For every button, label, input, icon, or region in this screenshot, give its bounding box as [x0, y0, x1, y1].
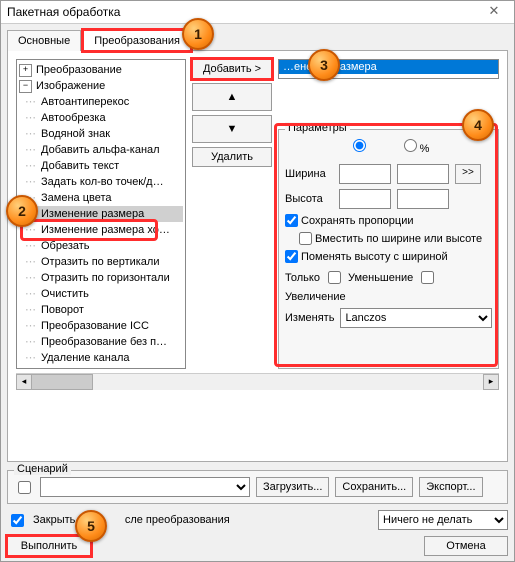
- tree-item[interactable]: Автоантиперекос: [19, 94, 183, 110]
- scenario-fieldset: Сценарий Загрузить... Сохранить... Экспо…: [7, 470, 508, 504]
- tree-item[interactable]: Задать кол-во точек/д…: [19, 174, 183, 190]
- tree-item[interactable]: Изменение размера: [19, 206, 183, 222]
- tree-item[interactable]: Добавить текст: [19, 158, 183, 174]
- tree-item[interactable]: Поворот: [19, 302, 183, 318]
- only-label: Только: [285, 272, 320, 284]
- height-input-2[interactable]: [397, 189, 449, 209]
- cancel-button[interactable]: Отмена: [424, 536, 508, 556]
- fit-check[interactable]: [299, 232, 312, 245]
- tab-transform[interactable]: Преобразования: [83, 30, 191, 51]
- tab-panel: +Преобразование−ИзображениеАвтоантиперек…: [7, 50, 508, 462]
- tree-item[interactable]: Обрезать: [19, 238, 183, 254]
- triangle-down-icon: ▼: [227, 123, 238, 135]
- tab-main[interactable]: Основные: [7, 30, 81, 51]
- height-input[interactable]: [339, 189, 391, 209]
- move-down-button[interactable]: ▼: [192, 115, 272, 143]
- method-select[interactable]: Lanczos: [340, 308, 492, 328]
- selected-ops-list[interactable]: …енение размера: [278, 59, 499, 79]
- tree-item[interactable]: Изменение размера хо…: [19, 222, 183, 238]
- after-action-select[interactable]: Ничего не делать: [378, 510, 508, 530]
- scroll-right-icon[interactable]: ▸: [483, 374, 499, 390]
- tree-item[interactable]: Отразить по горизонтали: [19, 270, 183, 286]
- transform-tree[interactable]: +Преобразование−ИзображениеАвтоантиперек…: [16, 59, 186, 369]
- increase-check[interactable]: [421, 271, 434, 284]
- resize-label: Изменять: [285, 312, 334, 324]
- decrease-check[interactable]: [328, 271, 341, 284]
- close-after-check[interactable]: [11, 514, 24, 527]
- unit-percent-radio[interactable]: %: [399, 136, 430, 155]
- tree-hscrollbar[interactable]: ◂ ▸: [16, 373, 499, 390]
- run-button[interactable]: Выполнить: [7, 536, 91, 556]
- scenario-check[interactable]: [18, 481, 31, 494]
- window-title: Пакетная обработка: [7, 5, 120, 19]
- tree-root[interactable]: +Преобразование: [19, 62, 183, 78]
- scroll-left-icon[interactable]: ◂: [16, 374, 32, 390]
- collapse-icon[interactable]: −: [19, 80, 32, 93]
- tree-item[interactable]: Добавить альфа-канал: [19, 142, 183, 158]
- tree-item[interactable]: Водяной знак: [19, 126, 183, 142]
- batch-window: Пакетная обработка ✕ Основные Преобразов…: [0, 0, 515, 562]
- save-button[interactable]: Сохранить...: [335, 477, 413, 497]
- params-legend: Параметры: [285, 122, 350, 134]
- tree-item[interactable]: Удаление канала: [19, 350, 183, 366]
- width-input[interactable]: [339, 164, 391, 184]
- tree-item[interactable]: Преобразование без п…: [19, 334, 183, 350]
- close-after-label-left: Закрыть д: [33, 514, 85, 526]
- close-icon[interactable]: ✕: [480, 3, 508, 21]
- move-up-button[interactable]: ▲: [192, 83, 272, 111]
- titlebar: Пакетная обработка ✕: [1, 1, 514, 24]
- list-item[interactable]: …енение размера: [279, 60, 498, 74]
- delete-button[interactable]: Удалить: [192, 147, 272, 167]
- tree-item[interactable]: Очистить: [19, 286, 183, 302]
- load-button[interactable]: Загрузить...: [256, 477, 329, 497]
- more-button[interactable]: >>: [455, 164, 481, 184]
- swap-check[interactable]: [285, 250, 298, 263]
- scenario-legend: Сценарий: [14, 463, 71, 475]
- scenario-select[interactable]: [40, 477, 250, 497]
- expand-icon[interactable]: +: [19, 64, 32, 77]
- tree-root[interactable]: −Изображение: [19, 78, 183, 94]
- params-fieldset: Параметры % Ширина >>: [278, 129, 499, 369]
- tree-item[interactable]: Автообрезка: [19, 110, 183, 126]
- keep-ratio-check[interactable]: [285, 214, 298, 227]
- width-input-2[interactable]: [397, 164, 449, 184]
- unit-pixel-radio[interactable]: [348, 136, 369, 155]
- tabs: Основные Преобразования 1: [7, 30, 508, 51]
- width-label: Ширина: [285, 168, 333, 180]
- close-after-label-right: сле преобразования: [125, 514, 230, 526]
- tree-item[interactable]: Преобразование ICC: [19, 318, 183, 334]
- height-label: Высота: [285, 193, 333, 205]
- scroll-thumb[interactable]: [31, 374, 93, 390]
- tree-item[interactable]: Отразить по вертикали: [19, 254, 183, 270]
- export-button[interactable]: Экспорт...: [419, 477, 482, 497]
- tree-item[interactable]: Замена цвета: [19, 190, 183, 206]
- add-button[interactable]: Добавить >: [192, 59, 272, 79]
- triangle-up-icon: ▲: [227, 91, 238, 103]
